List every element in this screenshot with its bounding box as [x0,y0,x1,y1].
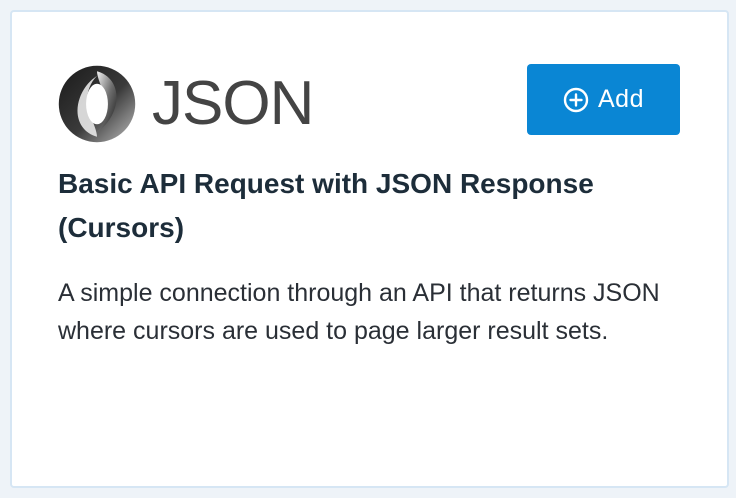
card-description: A simple connection through an API that … [58,279,660,345]
json-logo-icon [58,65,136,143]
template-card: JSON Add Basic API Request with JSON Res… [10,10,729,488]
plus-circle-icon [563,87,589,112]
json-logo-text: JSON [152,69,314,138]
add-button[interactable]: Add [527,64,680,135]
add-button-label: Add [598,85,644,113]
card-header: JSON Add [58,64,680,144]
card-title: Basic API Request with JSON Response (Cu… [58,168,594,243]
json-logo: JSON [58,64,314,144]
